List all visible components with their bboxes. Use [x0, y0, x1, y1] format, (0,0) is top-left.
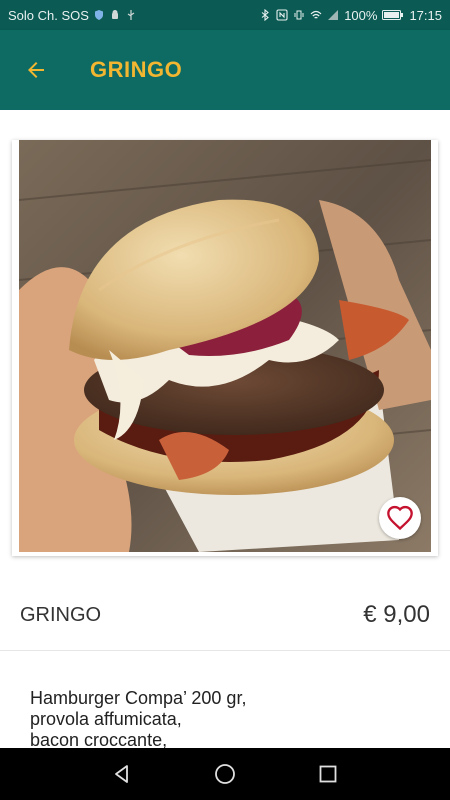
page-title: GRINGO [90, 57, 183, 82]
usb-icon [127, 10, 135, 20]
arrow-back-icon [28, 62, 44, 78]
product-description: Hamburger Compa’ 200 gr, provola affumic… [30, 688, 410, 748]
circle-home-icon [215, 764, 235, 784]
shield-icon [94, 10, 103, 20]
nav-home-button[interactable] [205, 754, 245, 794]
wifi-icon [310, 10, 322, 19]
back-button[interactable] [12, 46, 60, 94]
signal-icon [328, 10, 339, 20]
bluetooth-icon [261, 9, 270, 21]
product-info-row: GRINGO € 9,00 [0, 580, 450, 650]
battery-percent: 100% [344, 7, 378, 23]
square-recents-icon [319, 765, 337, 783]
vibrate-icon [294, 10, 304, 20]
triangle-back-icon [114, 765, 128, 783]
battery-icon [382, 10, 404, 20]
heart-outline-icon [387, 505, 413, 531]
carrier-label: Solo Ch. SOS [8, 7, 89, 23]
favorite-button[interactable] [379, 497, 421, 539]
product-price: € 9,00 [363, 601, 430, 628]
app-bar: GRINGO [0, 30, 450, 110]
description-line: Hamburger Compa’ 200 gr, [30, 688, 247, 708]
product-image-card [12, 140, 438, 556]
nav-recents-button[interactable] [308, 754, 348, 794]
status-bar: Solo Ch. SOS 100% 17:15 [0, 0, 450, 30]
burger-photo [19, 140, 431, 552]
nav-back-button[interactable] [102, 754, 142, 794]
nfc-icon [276, 9, 288, 21]
android-debug-icon [111, 10, 118, 19]
description-line: provola affumicata, [30, 709, 182, 729]
description-line: bacon croccante, [30, 730, 168, 748]
divider [0, 650, 450, 651]
system-nav-bar [0, 748, 450, 800]
product-name: GRINGO [20, 603, 102, 626]
clock: 17:15 [409, 7, 442, 23]
product-detail-content[interactable]: GRINGO € 9,00 Hamburger Compa’ 200 gr, p… [0, 110, 450, 748]
